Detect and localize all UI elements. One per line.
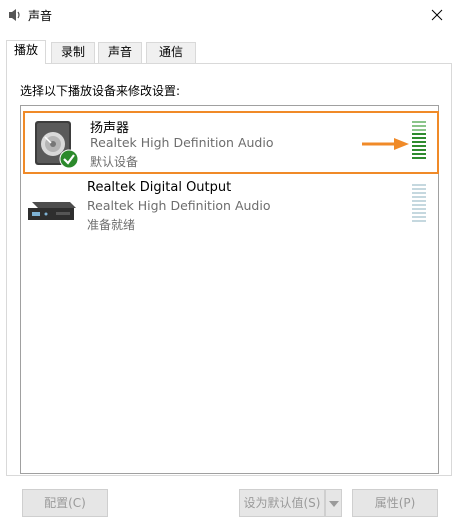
level-bar: [412, 196, 426, 198]
device-driver: Realtek High Definition Audio: [87, 198, 271, 213]
close-button[interactable]: [414, 0, 460, 30]
device-item-speakers[interactable]: 扬声器 Realtek High Definition Audio 默认设备: [23, 111, 439, 174]
level-bar: [412, 129, 426, 131]
speaker-icon: [9, 9, 20, 21]
device-item-digital-output[interactable]: Realtek Digital Output Realtek High Defi…: [22, 176, 437, 238]
level-bar: [412, 192, 426, 194]
level-bar: [412, 188, 426, 190]
volume-level-meter: [412, 184, 426, 224]
device-status: 准备就绪: [87, 218, 136, 232]
level-bar: [412, 204, 426, 206]
set-default-button[interactable]: 设为默认值(S): [239, 489, 325, 517]
level-bar: [412, 220, 426, 222]
level-bar: [412, 125, 426, 127]
tab-sounds[interactable]: 声音: [98, 42, 142, 63]
level-bar: [412, 121, 426, 123]
volume-level-meter: [412, 121, 426, 161]
level-bar: [412, 208, 426, 210]
chevron-down-icon: [329, 501, 339, 507]
level-bar: [412, 141, 426, 143]
level-bar: [412, 212, 426, 214]
digital-output-icon: [28, 202, 76, 220]
level-bar: [412, 216, 426, 218]
level-bar: [412, 145, 426, 147]
annotation-arrow-icon: [362, 138, 409, 150]
instruction-text: 选择以下播放设备来修改设置:: [20, 84, 181, 98]
level-bar: [412, 184, 426, 186]
title-bar: 声音: [0, 0, 460, 30]
device-status: 默认设备: [90, 155, 139, 169]
tab-communications[interactable]: 通信: [146, 42, 196, 63]
device-list[interactable]: 扬声器 Realtek High Definition Audio 默认设备 R…: [20, 105, 439, 474]
close-icon: [431, 9, 443, 21]
set-default-dropdown[interactable]: [325, 489, 342, 517]
level-bar: [412, 157, 426, 159]
properties-button[interactable]: 属性(P): [352, 489, 438, 517]
default-check-icon: [59, 149, 79, 169]
device-name: 扬声器: [90, 121, 130, 136]
configure-button[interactable]: 配置(C): [22, 489, 108, 517]
window-title: 声音: [28, 9, 53, 23]
level-bar: [412, 133, 426, 135]
device-name: Realtek Digital Output: [87, 180, 232, 195]
level-bar: [412, 137, 426, 139]
level-bar: [412, 153, 426, 155]
level-bar: [412, 200, 426, 202]
tab-playback[interactable]: 播放: [6, 40, 46, 64]
tab-recording[interactable]: 录制: [51, 42, 95, 63]
device-driver: Realtek High Definition Audio: [90, 135, 274, 150]
level-bar: [412, 149, 426, 151]
